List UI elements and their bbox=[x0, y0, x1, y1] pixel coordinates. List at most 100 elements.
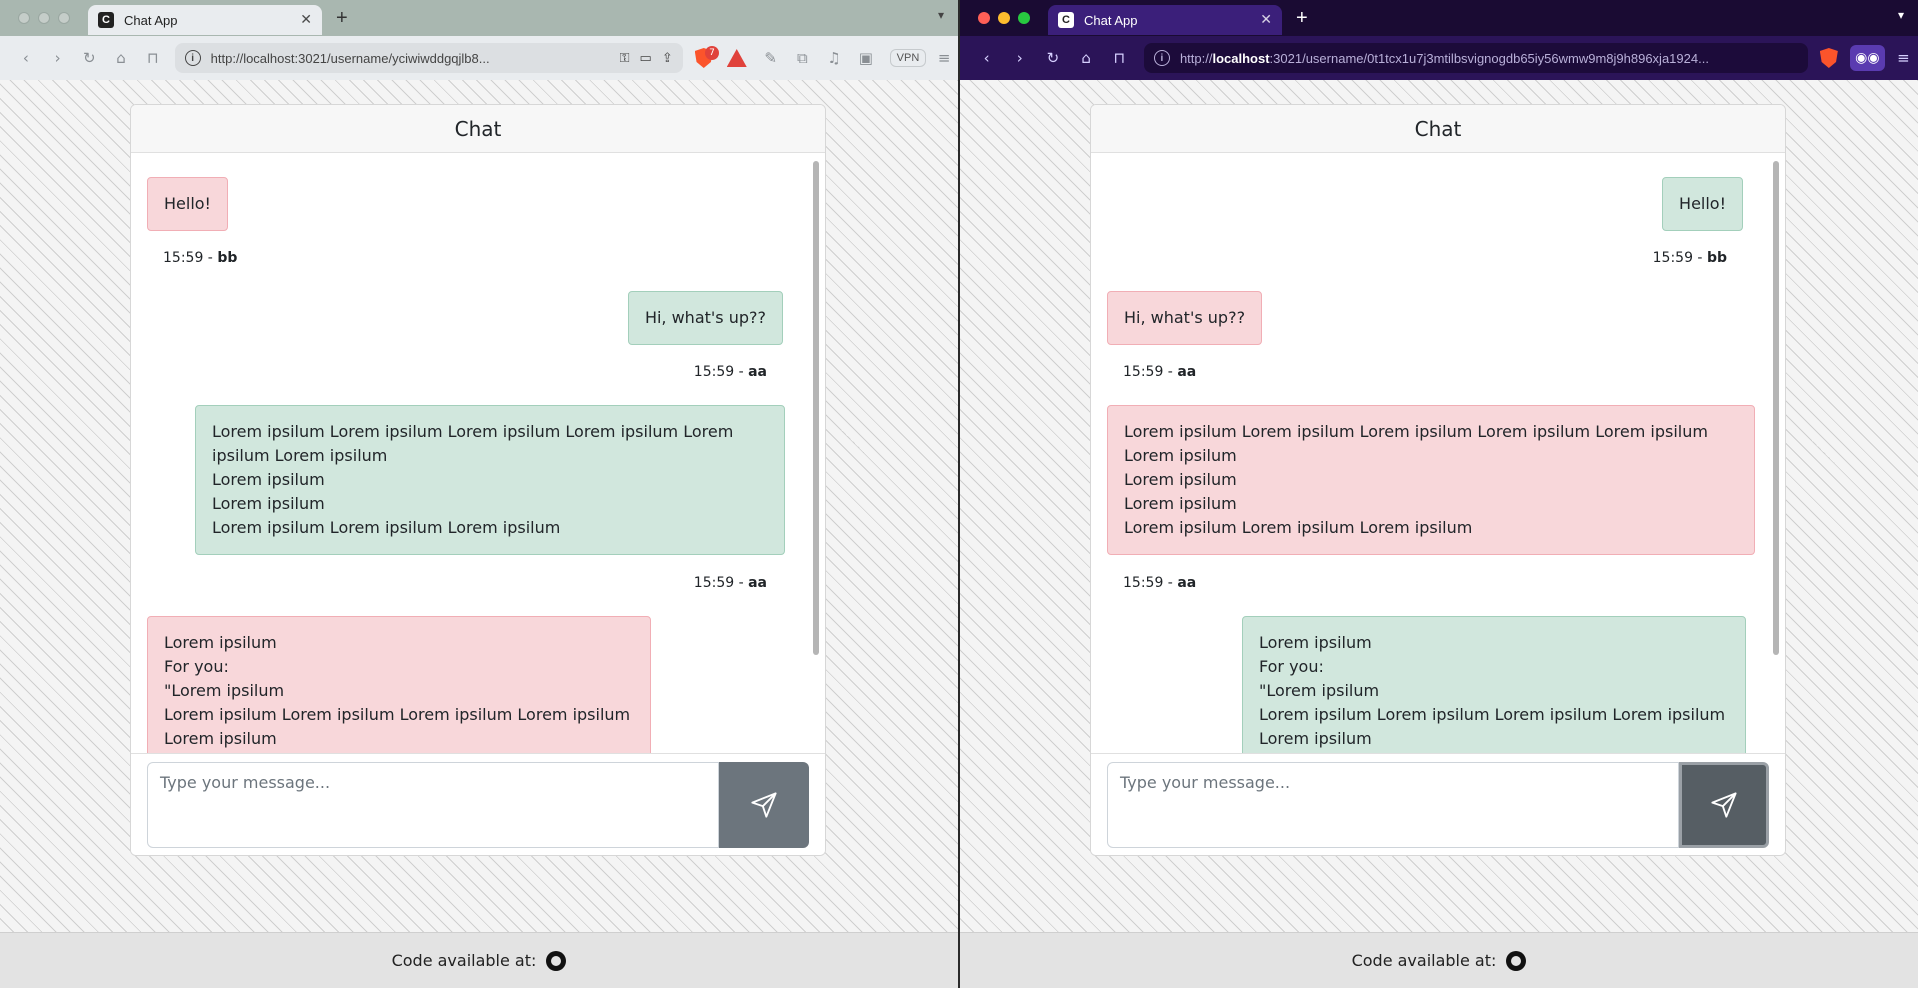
tab-close-icon[interactable]: ✕ bbox=[1260, 12, 1272, 28]
message-user: aa bbox=[1177, 575, 1197, 591]
message-meta: 15:59 - aa bbox=[694, 364, 767, 380]
tab-close-icon[interactable]: ✕ bbox=[300, 12, 312, 28]
back-icon[interactable]: ‹ bbox=[12, 44, 40, 72]
vpn-button[interactable]: VPN bbox=[889, 49, 927, 67]
tab-chat-app[interactable]: C Chat App ✕ bbox=[1048, 5, 1282, 35]
footer-text: Code available at: bbox=[1351, 951, 1497, 970]
message-input[interactable] bbox=[147, 762, 719, 848]
message-user: aa bbox=[748, 575, 767, 591]
forward-icon[interactable]: › bbox=[1005, 44, 1034, 72]
url-host: localhost bbox=[1212, 50, 1270, 66]
bookmark-icon[interactable]: ⊓ bbox=[1105, 44, 1134, 72]
message-input[interactable] bbox=[1107, 762, 1679, 848]
reader-mode-icon[interactable]: ◉◉ bbox=[1849, 45, 1885, 71]
chat-card: Chat Hello! 15:59 - bb Hi, what's up?? 1… bbox=[1090, 104, 1786, 856]
message-time: 15:59 - bbox=[163, 250, 213, 266]
brave-shield-icon[interactable] bbox=[1819, 48, 1838, 68]
address-bar[interactable]: i http://localhost:3021/username/0t1tcx1… bbox=[1143, 43, 1808, 73]
extensions-icon[interactable]: ⧉ bbox=[788, 44, 816, 72]
color-picker-icon[interactable]: ✎ bbox=[757, 44, 785, 72]
message-time: 15:59 - bbox=[1652, 250, 1703, 266]
chat-title: Chat bbox=[1091, 105, 1785, 153]
send-button[interactable] bbox=[1679, 762, 1769, 848]
url-path: :3021/username/0t1tcx1u7j3mtilbsvignogdb… bbox=[1269, 50, 1709, 66]
message-bubble: Hi, what's up?? bbox=[1107, 291, 1263, 345]
message-user: bb bbox=[1706, 250, 1727, 266]
install-app-icon[interactable]: ▭ bbox=[640, 50, 652, 66]
message-meta: 15:59 - aa bbox=[694, 575, 767, 591]
footer-text: Code available at: bbox=[391, 951, 537, 970]
page-background: Chat Hello! 15:59 - bb Hi, what's up?? 1… bbox=[960, 80, 1918, 932]
rewards-icon[interactable] bbox=[726, 49, 747, 67]
minimize-window-button[interactable] bbox=[38, 12, 50, 24]
message-list[interactable]: Hello! 15:59 - bb Hi, what's up?? 15:59 … bbox=[1091, 153, 1767, 753]
menu-icon[interactable]: ≡ bbox=[930, 44, 958, 72]
message-bubble: Lorem ipsilum Lorem ipsilum Lorem ipsilu… bbox=[195, 405, 785, 555]
info-icon[interactable]: i bbox=[1153, 50, 1170, 66]
message-list[interactable]: Hello! 15:59 - bb Hi, what's up?? 15:59 … bbox=[131, 153, 807, 753]
message-bubble: Hello! bbox=[1662, 177, 1743, 231]
url-scheme: http:// bbox=[1179, 50, 1213, 66]
url-text: http://localhost:3021/username/yciwiwddg… bbox=[210, 50, 490, 66]
address-bar[interactable]: i http://localhost:3021/username/yciwiwd… bbox=[174, 43, 683, 73]
home-icon[interactable]: ⌂ bbox=[1072, 44, 1101, 72]
message-composer bbox=[131, 753, 825, 855]
tab-list-chevron-icon[interactable]: ▾ bbox=[938, 8, 944, 22]
right-browser-window: C Chat App ✕ + ▾ ‹ › ↻ ⌂ ⊓ i http://loca… bbox=[960, 0, 1918, 988]
chat-card: Chat Hello! 15:59 - bb Hi, what's up?? 1… bbox=[130, 104, 826, 856]
new-tab-icon[interactable]: + bbox=[336, 8, 348, 28]
home-icon[interactable]: ⌂ bbox=[107, 44, 135, 72]
message-meta: 15:59 - bb bbox=[1653, 250, 1727, 266]
url-actions: ⚿ ▭ ⇪ bbox=[620, 50, 673, 66]
tab-bar: C Chat App ✕ + ▾ bbox=[0, 0, 958, 36]
forward-icon[interactable]: › bbox=[44, 44, 72, 72]
media-icon[interactable]: ♫ bbox=[820, 44, 848, 72]
tab-chat-app[interactable]: C Chat App ✕ bbox=[88, 5, 322, 35]
send-button[interactable] bbox=[719, 762, 809, 848]
tab-title: Chat App bbox=[1084, 12, 1138, 28]
message-bubble: Lorem ipsilum Lorem ipsilum Lorem ipsilu… bbox=[1107, 405, 1755, 555]
chat-app-favicon-icon: C bbox=[98, 12, 114, 28]
message-user: aa bbox=[1177, 364, 1197, 380]
message-meta: 15:59 - bb bbox=[163, 250, 237, 266]
wallet-icon[interactable]: ▣ bbox=[852, 44, 880, 72]
back-icon[interactable]: ‹ bbox=[972, 44, 1001, 72]
chat-title: Chat bbox=[131, 105, 825, 153]
minimize-window-button[interactable] bbox=[998, 12, 1010, 24]
message-bubble: Lorem ipsilum For you: "Lorem ipsilum Lo… bbox=[1242, 616, 1746, 753]
bookmark-icon[interactable]: ⊓ bbox=[139, 44, 167, 72]
navigation-toolbar: ‹ › ↻ ⌂ ⊓ i http://localhost:3021/userna… bbox=[0, 36, 958, 80]
close-window-button[interactable] bbox=[978, 12, 990, 24]
message-bubble: Lorem ipsilum For you: "Lorem ipsilum Lo… bbox=[147, 616, 651, 753]
github-icon[interactable] bbox=[546, 950, 567, 971]
window-controls bbox=[18, 12, 70, 24]
reload-icon[interactable]: ↻ bbox=[1038, 44, 1067, 72]
page-footer: Code available at: bbox=[960, 932, 1918, 988]
menu-icon[interactable]: ≡ bbox=[1889, 44, 1918, 72]
message-meta: 15:59 - aa bbox=[1123, 364, 1196, 380]
scrollbar-thumb[interactable] bbox=[1773, 161, 1779, 655]
tab-list-chevron-icon[interactable]: ▾ bbox=[1898, 8, 1904, 22]
share-icon[interactable]: ⇪ bbox=[662, 50, 673, 66]
message-time: 15:59 - bbox=[693, 364, 744, 380]
github-icon[interactable] bbox=[1506, 950, 1527, 971]
window-controls bbox=[978, 12, 1030, 24]
page-background: Chat Hello! 15:59 - bb Hi, what's up?? 1… bbox=[0, 80, 958, 932]
new-tab-icon[interactable]: + bbox=[1296, 8, 1308, 28]
message-user: bb bbox=[217, 250, 238, 266]
url-text: http://localhost:3021/username/0t1tcx1u7… bbox=[1180, 51, 1798, 66]
key-icon[interactable]: ⚿ bbox=[620, 50, 630, 66]
scrollbar-thumb[interactable] bbox=[813, 161, 819, 655]
message-user: aa bbox=[748, 364, 767, 380]
message-meta: 15:59 - aa bbox=[1123, 575, 1196, 591]
zoom-window-button[interactable] bbox=[58, 12, 70, 24]
message-composer bbox=[1091, 753, 1785, 855]
send-icon bbox=[751, 792, 777, 818]
reload-icon[interactable]: ↻ bbox=[75, 44, 103, 72]
navigation-toolbar: ‹ › ↻ ⌂ ⊓ i http://localhost:3021/userna… bbox=[960, 36, 1918, 80]
tab-title: Chat App bbox=[124, 12, 178, 28]
info-icon[interactable]: i bbox=[184, 50, 201, 66]
close-window-button[interactable] bbox=[18, 12, 30, 24]
zoom-window-button[interactable] bbox=[1018, 12, 1030, 24]
message-time: 15:59 - bbox=[1123, 364, 1173, 380]
